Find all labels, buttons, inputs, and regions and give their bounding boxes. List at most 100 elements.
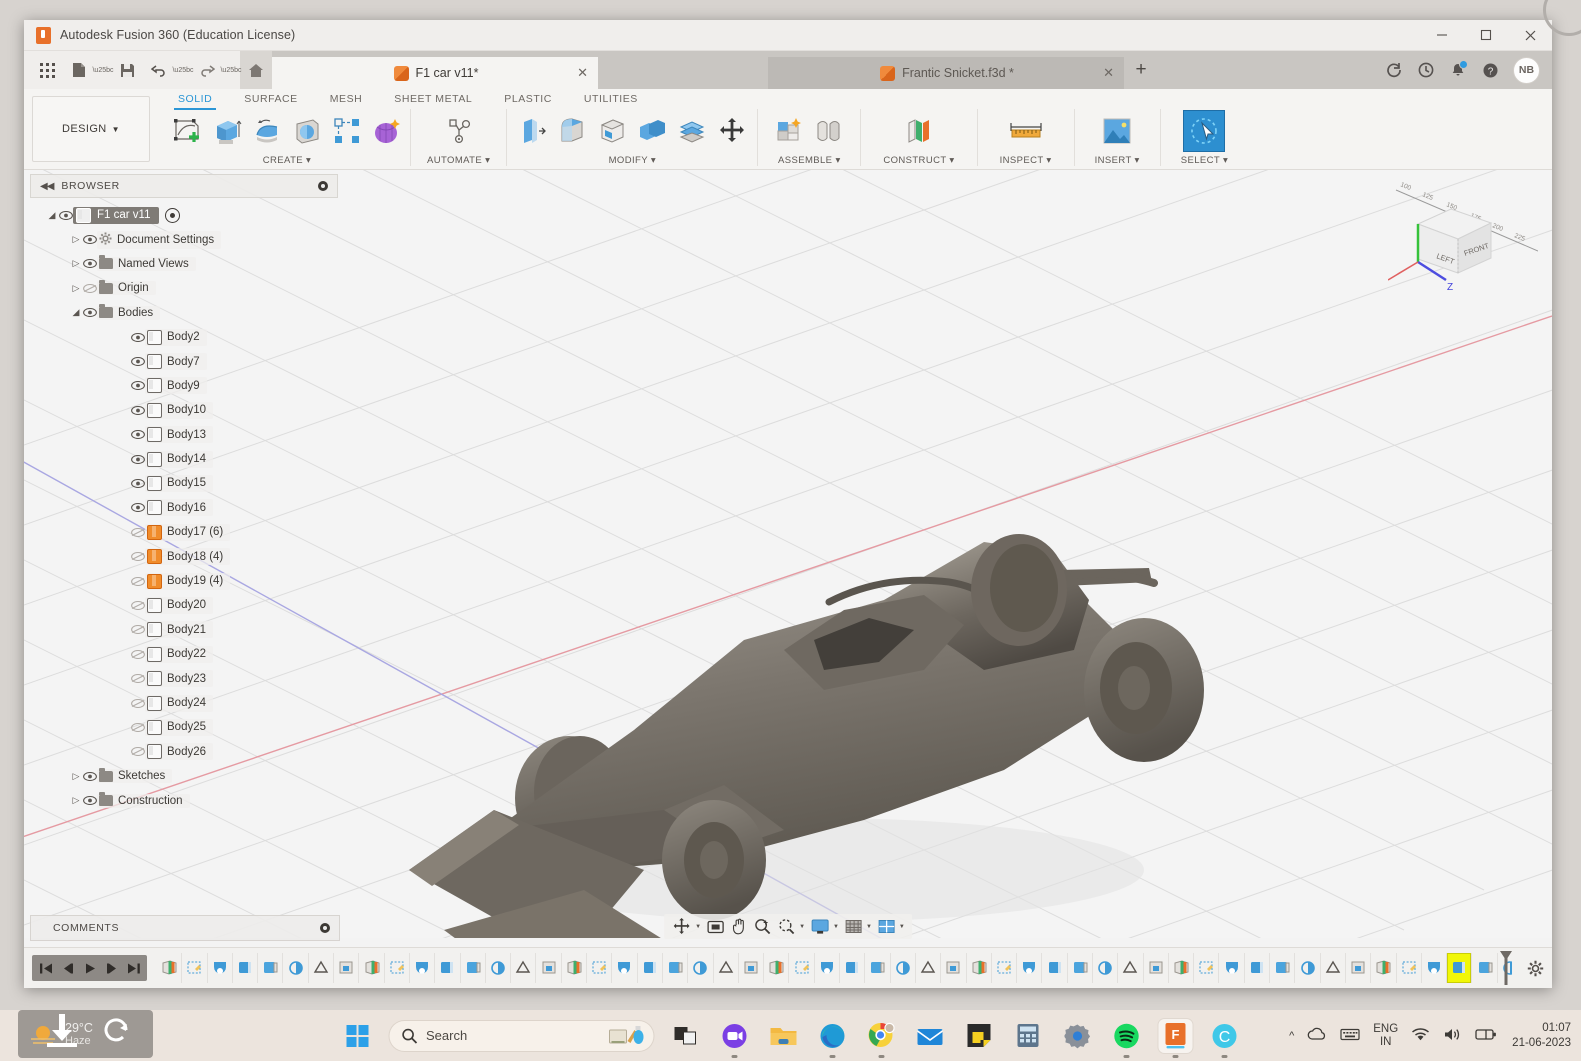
user-avatar[interactable]: NB: [1513, 56, 1540, 84]
panel-label-construct[interactable]: CONSTRUCT ▾: [883, 155, 954, 166]
combine-icon[interactable]: [633, 110, 671, 152]
visibility-eye-icon[interactable]: [130, 453, 145, 466]
chevron-down-icon[interactable]: ▼: [899, 924, 907, 930]
chrome-icon[interactable]: [864, 1019, 898, 1053]
refresh-circle-icon[interactable]: [100, 1014, 132, 1046]
timeline-marker-icon[interactable]: [1500, 951, 1512, 985]
taskbar-clock[interactable]: 01:07 21-06-2023: [1512, 1021, 1571, 1050]
language-indicator[interactable]: ENG IN: [1373, 1023, 1398, 1048]
timeline-feature[interactable]: [1447, 953, 1473, 983]
maximize-button[interactable]: [1464, 20, 1508, 50]
panel-label-assemble[interactable]: ASSEMBLE ▾: [778, 155, 841, 166]
visibility-eye-icon[interactable]: [82, 306, 97, 319]
timeline-feature[interactable]: [1219, 953, 1245, 983]
expand-triangle-icon[interactable]: ▷: [70, 795, 82, 806]
split-body-icon[interactable]: [673, 110, 711, 152]
new-tab-button[interactable]: +: [1124, 51, 1158, 89]
insert-image-icon[interactable]: [1095, 110, 1139, 152]
tree-root-label-chip[interactable]: F1 car v11: [73, 206, 160, 224]
timeline-feature[interactable]: [967, 953, 992, 983]
revolve-icon[interactable]: [248, 110, 286, 152]
tab-f1-car[interactable]: F1 car v11* ✕: [272, 57, 598, 89]
timeline-feature[interactable]: [1118, 953, 1144, 983]
timeline-feature[interactable]: [941, 953, 967, 983]
timeline-feature[interactable]: [359, 953, 385, 983]
visibility-eye-icon[interactable]: [130, 599, 145, 612]
tree-item-body19-4[interactable]: Body19 (4): [30, 569, 338, 593]
save-icon[interactable]: [112, 55, 142, 85]
expand-triangle-icon[interactable]: ◢: [46, 210, 58, 221]
visibility-eye-icon[interactable]: [130, 575, 145, 588]
automate-icon[interactable]: [437, 110, 481, 152]
timeline-feature[interactable]: [511, 953, 537, 983]
new-document-caret-icon[interactable]: \u25bc: [92, 55, 113, 85]
tab-frantic-snicket[interactable]: Frantic Snicket.f3d * ✕: [768, 57, 1124, 89]
timeline-feature[interactable]: [714, 953, 739, 983]
teams-icon[interactable]: [717, 1019, 751, 1053]
home-button[interactable]: [240, 51, 272, 89]
timeline-feature[interactable]: [334, 953, 360, 983]
zoom-icon[interactable]: [751, 916, 774, 938]
wifi-icon[interactable]: [1411, 1027, 1430, 1045]
timeline-feature[interactable]: [385, 953, 410, 983]
visibility-eye-icon[interactable]: [130, 526, 145, 539]
visibility-eye-icon[interactable]: [130, 672, 145, 685]
visibility-eye-icon[interactable]: [130, 404, 145, 417]
3d-viewport[interactable]: ◀◀ BROWSER ◢ F1 car v11 ▷ Document Settin: [24, 170, 1552, 947]
visibility-eye-icon[interactable]: [82, 282, 97, 295]
tree-item-body7[interactable]: Body7: [30, 349, 338, 373]
file-explorer-icon[interactable]: [766, 1019, 800, 1053]
visibility-eye-icon[interactable]: [130, 501, 145, 514]
panel-label-create[interactable]: CREATE ▾: [263, 155, 311, 166]
activate-component-radio[interactable]: [165, 207, 181, 223]
tree-item-body9[interactable]: Body9: [30, 374, 338, 398]
panel-label-automate[interactable]: AUTOMATE ▾: [427, 155, 490, 166]
tab-surface[interactable]: SURFACE: [228, 91, 313, 110]
visibility-eye-icon[interactable]: [130, 355, 145, 368]
tree-item-body13[interactable]: Body13: [30, 423, 338, 447]
timeline-feature[interactable]: [1422, 953, 1448, 983]
tab-plastic[interactable]: PLASTIC: [488, 91, 568, 110]
timeline-feature[interactable]: [612, 953, 638, 983]
edge-icon[interactable]: [815, 1019, 849, 1053]
tab-utilities[interactable]: UTILITIES: [568, 91, 654, 110]
timeline-feature[interactable]: [536, 953, 562, 983]
undo-icon[interactable]: [144, 55, 174, 85]
offset-plane-icon[interactable]: [897, 110, 941, 152]
display-settings-icon[interactable]: [808, 916, 832, 938]
tab-close-icon[interactable]: ✕: [1103, 65, 1114, 81]
tree-item-body26[interactable]: Body26: [30, 740, 338, 764]
visibility-eye-icon[interactable]: [82, 257, 97, 270]
viewports-icon[interactable]: [875, 916, 898, 938]
orbit-icon[interactable]: [669, 916, 694, 938]
grid-snaps-icon[interactable]: [842, 916, 865, 938]
timeline-feature[interactable]: [1169, 953, 1195, 983]
tree-item-bodies[interactable]: ◢ Bodies: [30, 301, 338, 325]
tree-item-body15[interactable]: Body15: [30, 471, 338, 495]
panel-label-insert[interactable]: INSERT ▾: [1095, 155, 1140, 166]
tree-item-body23[interactable]: Body23: [30, 666, 338, 690]
timeline-feature[interactable]: [208, 953, 233, 983]
spotify-icon[interactable]: [1109, 1019, 1143, 1053]
timeline-feature[interactable]: [638, 953, 663, 983]
timeline-feature[interactable]: [283, 953, 309, 983]
collapse-left-icon[interactable]: ◀◀: [31, 181, 61, 192]
chevron-down-icon[interactable]: ▼: [695, 924, 703, 930]
close-button[interactable]: [1508, 20, 1552, 50]
visibility-eye-icon[interactable]: [130, 648, 145, 661]
tree-item-body10[interactable]: Body10: [30, 398, 338, 422]
tree-item-body18-4[interactable]: Body18 (4): [30, 544, 338, 568]
timeline-feature[interactable]: [840, 953, 866, 983]
new-component-icon[interactable]: [770, 110, 808, 152]
chevron-down-icon[interactable]: ▼: [799, 924, 807, 930]
timeline-feature[interactable]: [1346, 953, 1372, 983]
recent-clock-icon[interactable]: [1411, 55, 1441, 85]
visibility-eye-icon[interactable]: [130, 623, 145, 636]
chevron-up-icon[interactable]: ^: [1289, 1030, 1294, 1042]
visibility-eye-icon[interactable]: [82, 770, 97, 783]
visibility-eye-icon[interactable]: [130, 697, 145, 710]
expand-triangle-icon[interactable]: ▷: [70, 234, 82, 245]
measure-icon[interactable]: [1004, 110, 1048, 152]
comments-panel[interactable]: COMMENTS: [30, 915, 340, 941]
timeline-feature[interactable]: [1295, 953, 1321, 983]
